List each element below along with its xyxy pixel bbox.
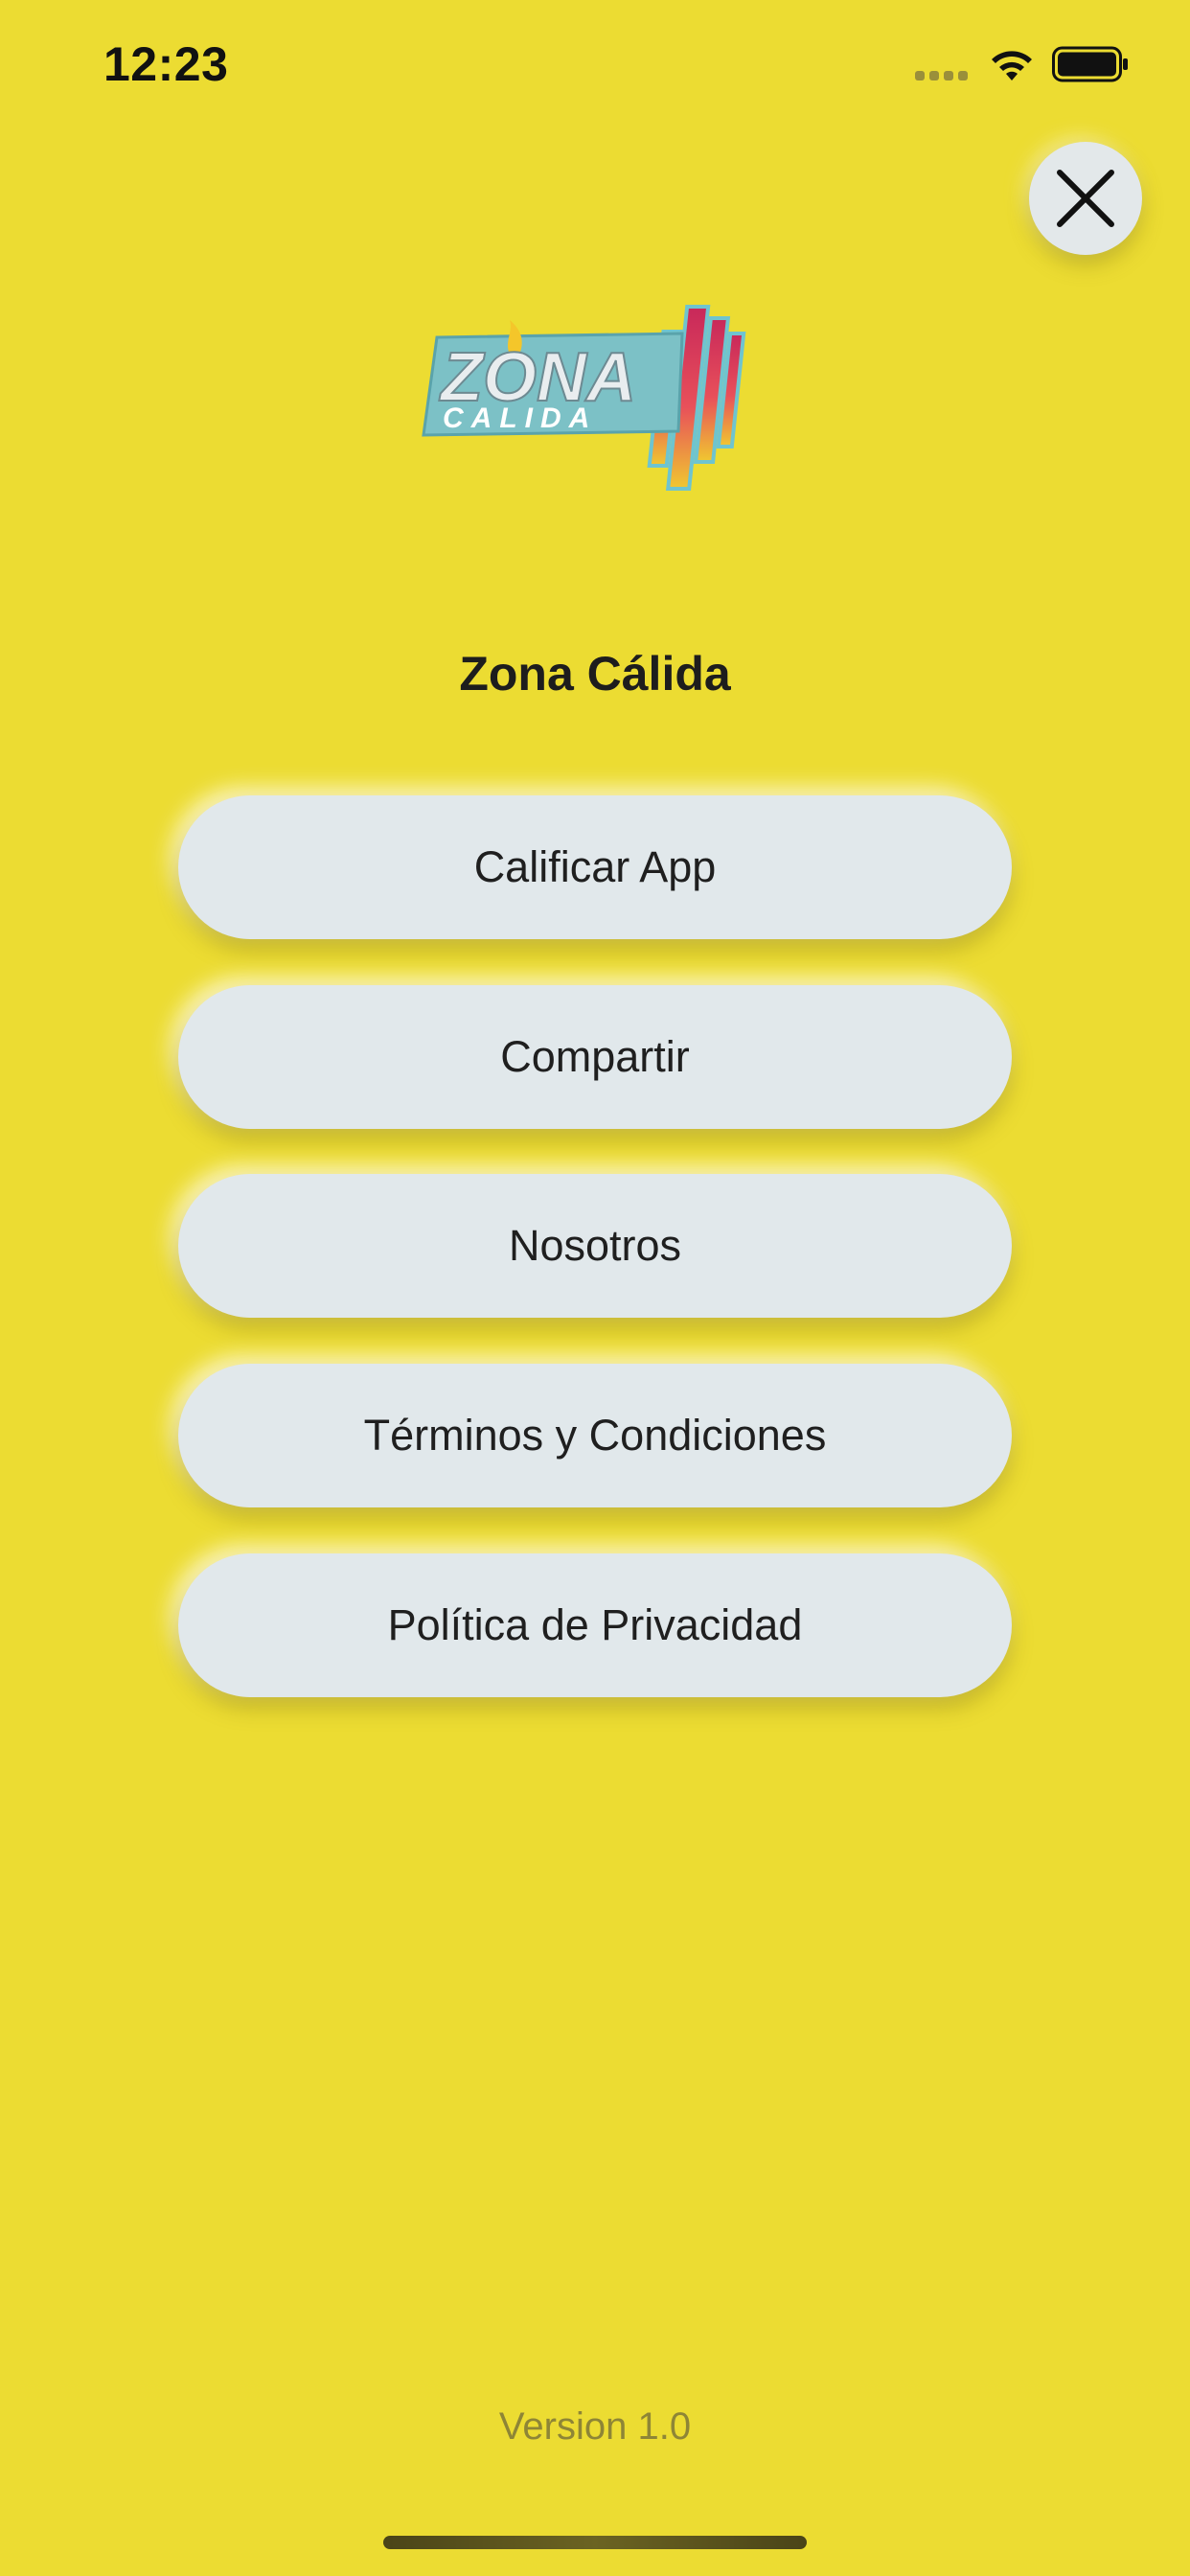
rate-app-button[interactable]: Calificar App <box>178 795 1012 939</box>
close-button[interactable] <box>1029 142 1142 255</box>
about-us-button[interactable]: Nosotros <box>178 1174 1012 1318</box>
close-icon <box>1057 170 1114 227</box>
status-time: 12:23 <box>103 37 229 91</box>
share-button[interactable]: Compartir <box>178 985 1012 1129</box>
terms-button[interactable]: Términos y Condiciones <box>178 1364 1012 1507</box>
page-title: Zona Cálida <box>459 647 731 701</box>
version-label: Version 1.0 <box>498 2405 692 2448</box>
home-indicator[interactable] <box>383 2536 807 2549</box>
menu-screen: 12:23 ZONA CALIDA Zona Cálida Calificar … <box>0 0 1190 2576</box>
privacy-policy-button[interactable]: Política de Privacidad <box>178 1553 1012 1697</box>
logo-line2: CALIDA <box>443 402 597 434</box>
battery-icon <box>1052 46 1128 82</box>
signal-icon <box>915 71 971 80</box>
wifi-icon <box>992 51 1032 80</box>
zona-calida-logo: ZONA CALIDA <box>422 305 746 491</box>
